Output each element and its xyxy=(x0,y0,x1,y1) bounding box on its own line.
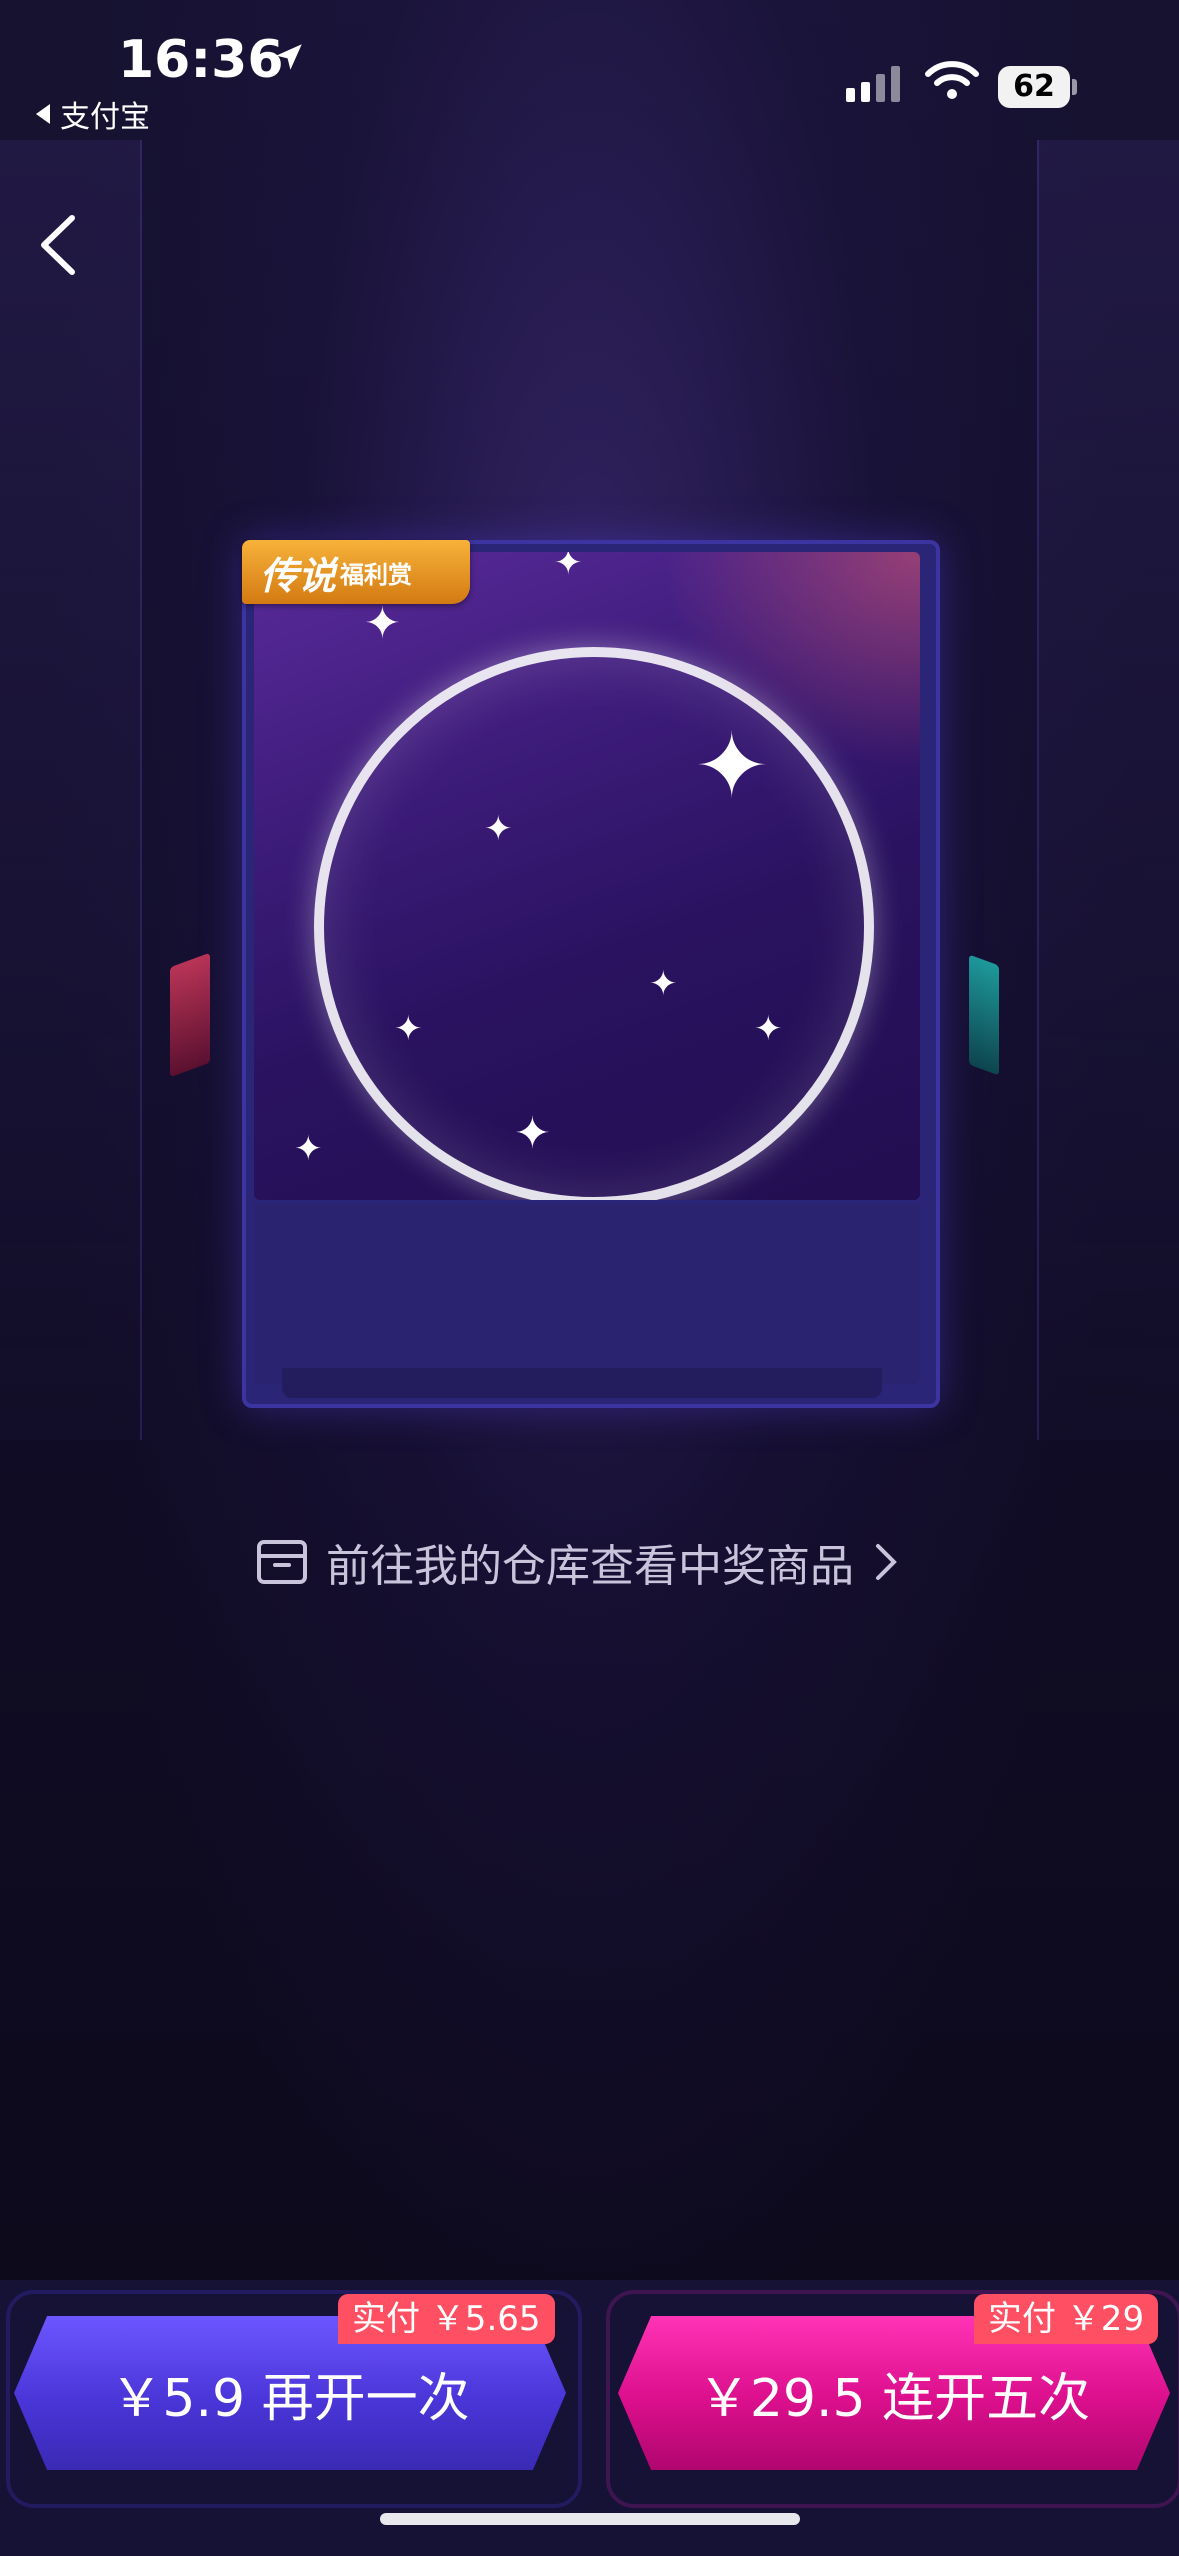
home-indicator[interactable] xyxy=(380,2513,800,2525)
wifi-icon xyxy=(925,61,979,99)
corridor-right-decoration xyxy=(1037,140,1179,1440)
status-time: 16:36 xyxy=(118,30,284,90)
sparkle-icon: ✦ xyxy=(364,598,401,649)
prize-card: ✦ ✦ ✦ ✦ ✦ ✦ ✦ ✦ ✦ 传说 福利赏 xyxy=(242,540,940,1408)
sparkle-icon: ✦ xyxy=(649,964,678,1004)
card-foot xyxy=(282,1368,882,1398)
cellular-signal-icon xyxy=(846,62,900,102)
back-to-app-link[interactable]: 支付宝 xyxy=(36,92,150,136)
crystal-bubble-illustration xyxy=(314,647,874,1200)
badge-sub-text: 福利赏 xyxy=(340,560,413,589)
card-base xyxy=(254,1204,920,1384)
back-triangle-icon xyxy=(36,104,50,124)
sparkle-icon: ✦ xyxy=(514,1108,551,1159)
sparkle-icon: ✦ xyxy=(554,552,583,583)
badge-main-text: 传说 xyxy=(260,553,337,598)
sparkle-icon: ✦ xyxy=(694,714,770,819)
actual-pay-tag: 实付 ￥29 xyxy=(974,2294,1159,2344)
sparkle-icon: ✦ xyxy=(754,1009,783,1049)
chevron-left-icon[interactable] xyxy=(30,210,90,280)
box-icon xyxy=(257,1540,307,1584)
neon-light-red xyxy=(170,952,210,1078)
location-arrow-icon xyxy=(276,44,302,70)
corridor-left-decoration xyxy=(0,140,142,1440)
prize-image: ✦ ✦ ✦ ✦ ✦ ✦ ✦ ✦ ✦ xyxy=(254,552,920,1200)
warehouse-link-label: 前往我的仓库查看中奖商品 xyxy=(326,1541,854,1592)
battery-level: 62 xyxy=(998,66,1070,108)
battery-indicator: 62 xyxy=(998,66,1077,108)
sparkle-icon: ✦ xyxy=(394,1009,423,1049)
sparkle-icon: ✦ xyxy=(484,809,513,849)
actual-pay-tag: 实付 ￥5.65 xyxy=(338,2294,555,2344)
back-app-label: 支付宝 xyxy=(60,100,150,135)
chevron-right-icon xyxy=(876,1544,897,1580)
sparkle-icon: ✦ xyxy=(294,1129,323,1169)
legend-welfare-badge: 传说 福利赏 xyxy=(242,540,470,604)
status-bar: 16:36 支付宝 62 xyxy=(0,0,1179,140)
view-warehouse-link[interactable]: 前往我的仓库查看中奖商品 xyxy=(256,1530,900,1594)
neon-light-teal xyxy=(969,954,999,1076)
